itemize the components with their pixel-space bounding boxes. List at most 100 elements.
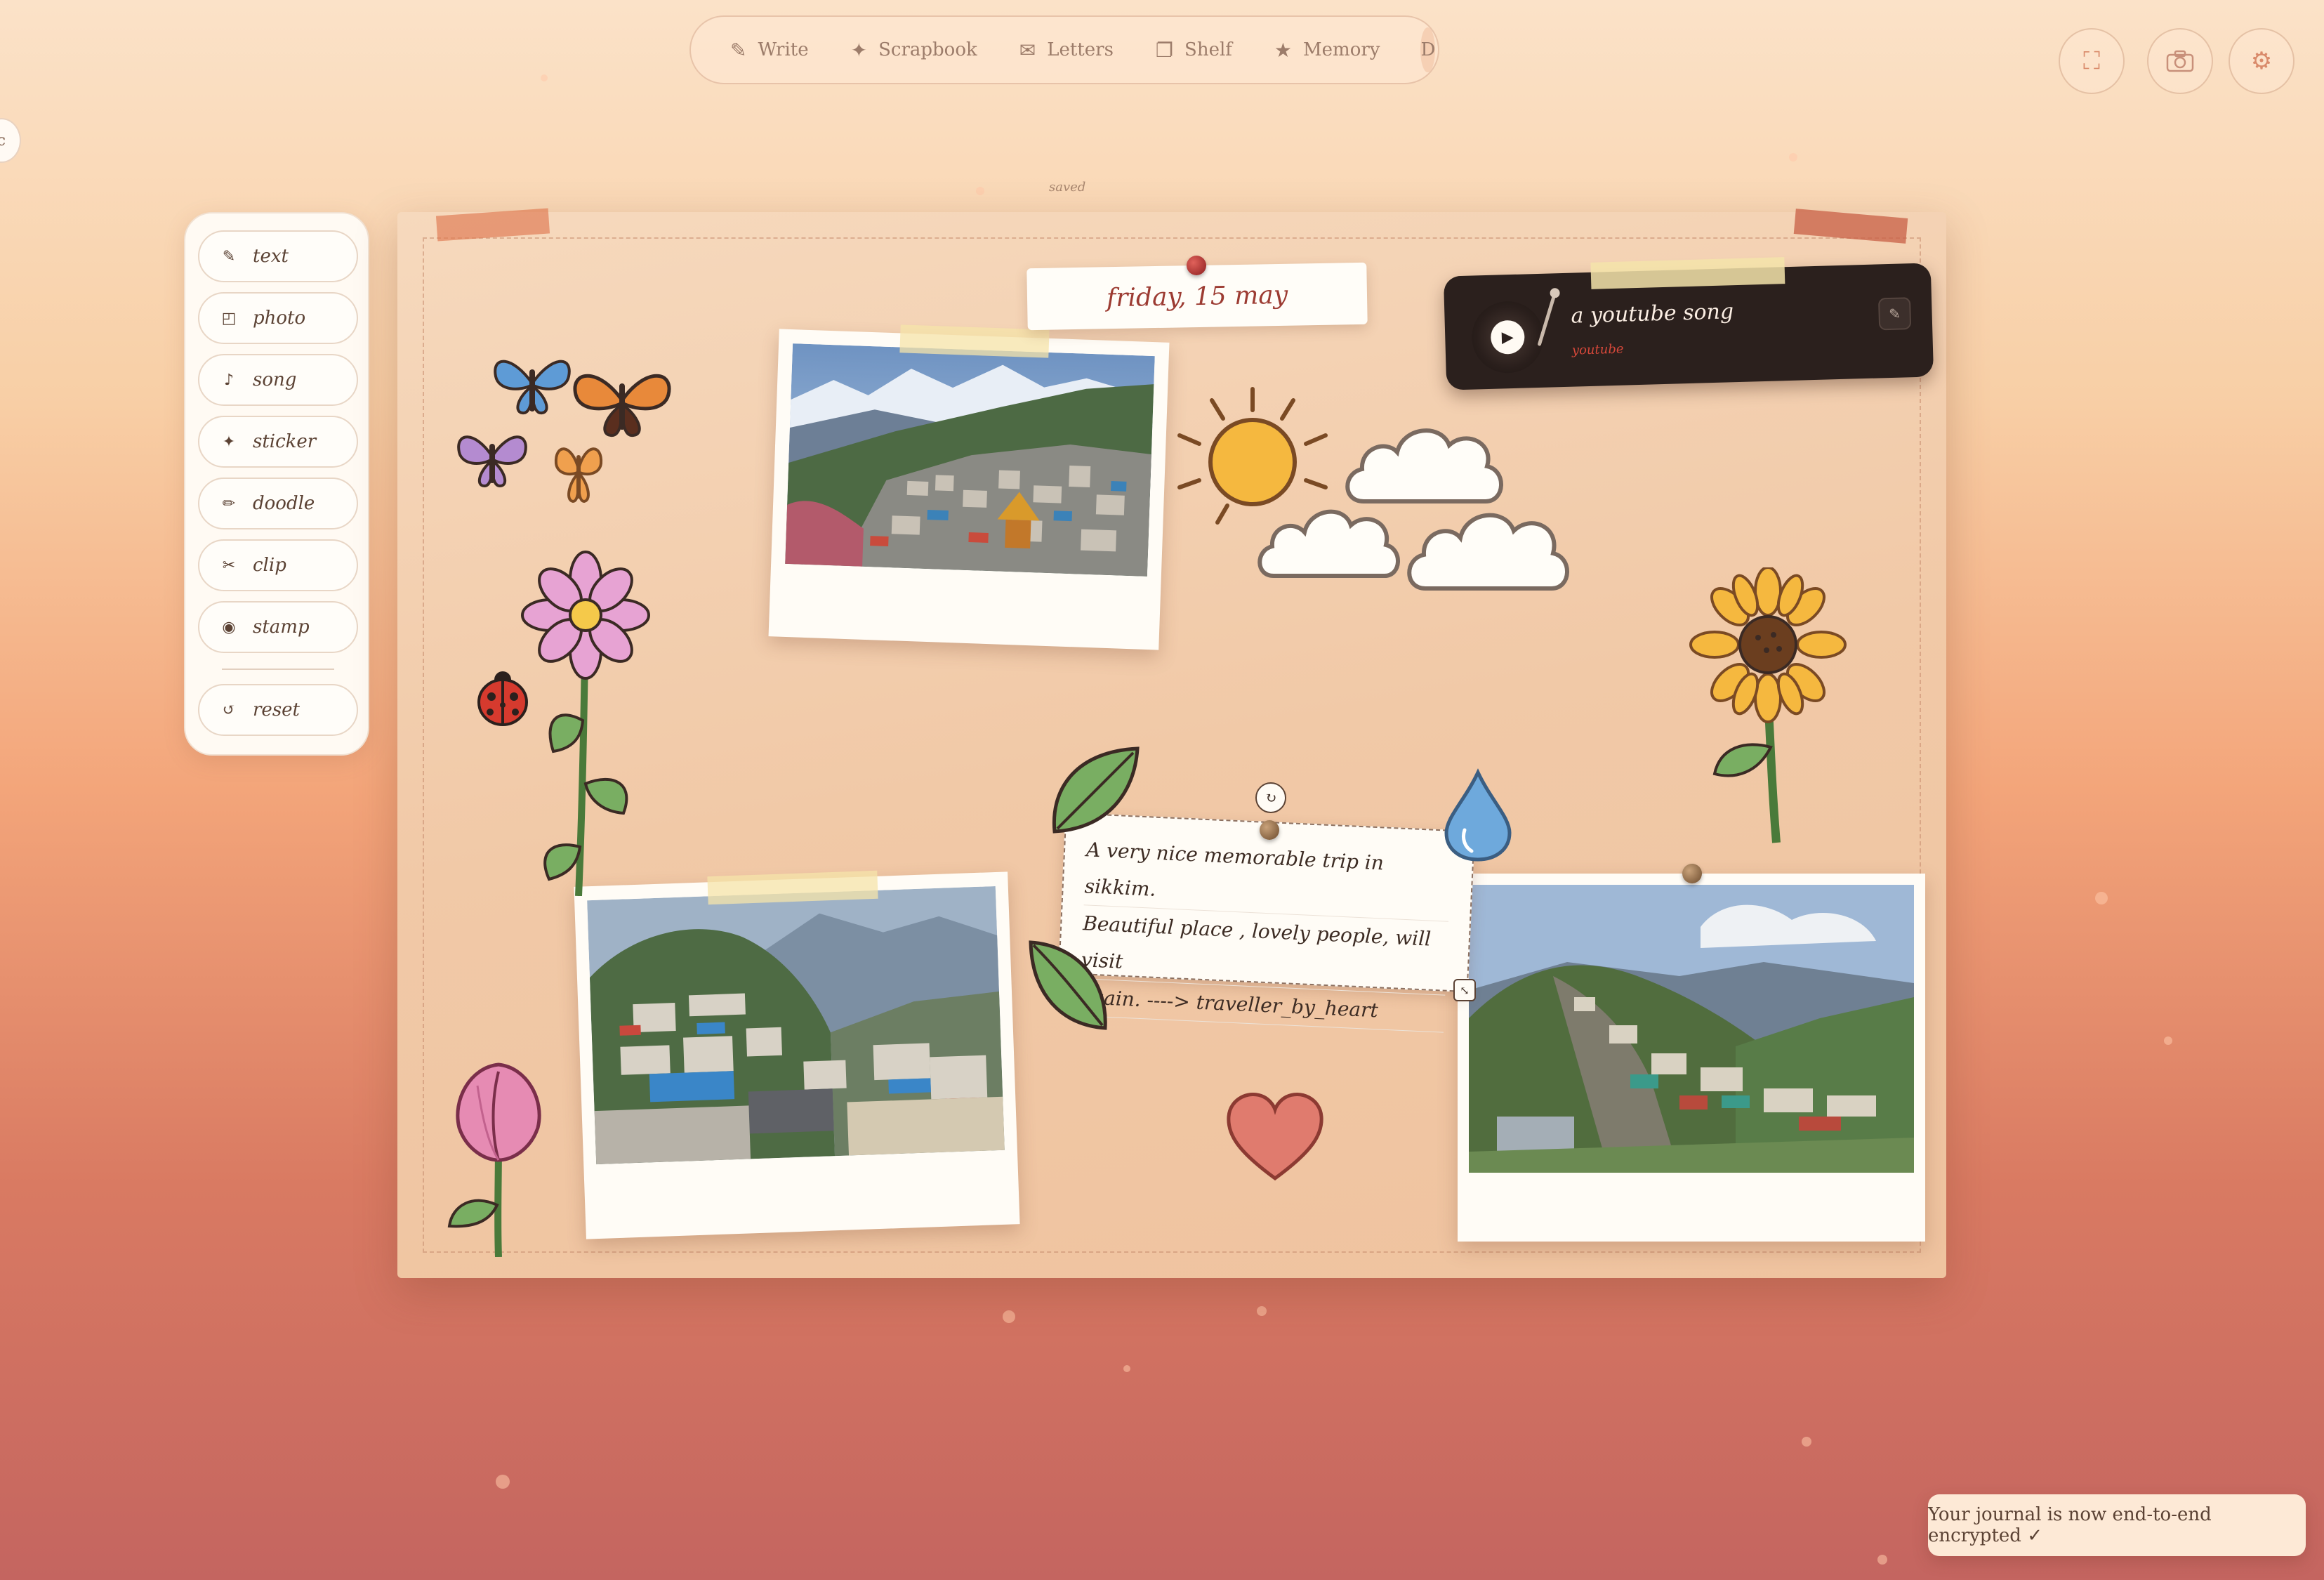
photo-image [785,343,1155,577]
song-title: a youtube song [1571,299,1734,329]
rotate-handle[interactable]: ↻ [1255,782,1286,813]
avatar[interactable]: D [1420,27,1436,72]
sidebar-toggle-glyph: c [0,131,6,150]
reset-label: reset [253,699,300,720]
flower-sticker-icon[interactable] [515,545,656,896]
reset-icon: ↺ [222,701,236,719]
tool-palette: ✎ text ◰ photo ♪ song ✦ sticker ✏ doodle… [184,212,369,756]
bokeh-dot [1802,1437,1811,1447]
cloud-sticker-icon[interactable] [1255,493,1403,587]
tool-label: photo [253,308,306,329]
camera-button[interactable] [2147,28,2213,94]
photo-polaroid[interactable] [768,329,1170,650]
photo-polaroid[interactable] [574,871,1020,1239]
photo-tape [707,870,878,905]
butterfly-sticker-icon[interactable] [491,348,573,419]
photo-image [587,886,1005,1165]
rotate-icon: ↻ [1265,789,1277,806]
push-pin [1682,864,1702,883]
nav-write-label: Write [758,39,809,60]
save-status: saved [1049,180,1086,195]
tool-label: text [253,246,289,267]
pencil-icon: ✎ [1888,305,1901,323]
push-pin [1187,256,1206,275]
song-source: youtube [1571,341,1624,358]
nav-shelf[interactable]: ❐ Shelf [1135,25,1253,74]
pencil-icon: ✎ [222,247,236,265]
pen-icon: ✏ [222,494,236,513]
nav-memory[interactable]: ★ Memory [1253,25,1401,74]
tool-doodle-button[interactable]: ✏ doodle [198,478,358,529]
book-icon: ❐ [1155,38,1174,62]
push-pin [1260,820,1279,840]
resize-icon: ⤡ [1460,983,1470,997]
photo-tape [899,324,1050,358]
nav-shelf-label: Shelf [1184,39,1232,60]
pencil-icon: ✎ [730,38,747,62]
nav-letters[interactable]: ✉ Letters [998,25,1135,74]
bokeh-dot [496,1475,510,1489]
gear-icon: ⚙ [2250,47,2273,75]
tool-label: clip [253,555,286,576]
sunflower-sticker-icon[interactable] [1689,567,1848,848]
encryption-toast: Your journal is now end-to-end encrypted… [1928,1494,2306,1556]
corner-tape [435,208,550,242]
top-navigation: ✎ Write ✦ Scrapbook ✉ Letters ❐ Shelf ★ … [689,15,1439,84]
bokeh-dot [1789,153,1797,162]
bokeh-dot [976,187,984,195]
sidebar-toggle-button[interactable]: c [0,118,21,163]
tulip-sticker-icon[interactable] [442,1058,548,1257]
tool-sticker-button[interactable]: ✦ sticker [198,416,358,468]
edit-song-button[interactable]: ✎ [1877,297,1912,331]
camera-icon [2166,50,2194,72]
play-icon: ▶ [1501,328,1514,346]
music-note-icon: ♪ [223,371,235,389]
resize-handle[interactable]: ⤡ [1453,979,1476,1001]
tonearm-icon [1538,288,1560,346]
photo-image [1469,885,1914,1173]
nav-scrapbook[interactable]: ✦ Scrapbook [830,25,998,74]
cloud-sticker-icon[interactable] [1404,494,1576,601]
butterfly-sticker-icon[interactable] [550,438,607,506]
leaf-sticker-icon[interactable] [1050,744,1142,836]
sparkle-icon: ✦ [222,433,236,451]
envelope-icon: ✉ [1019,38,1036,62]
sparkle-icon: ✦ [850,38,868,62]
bokeh-dot [1003,1310,1015,1323]
photo-polaroid[interactable] [1458,874,1925,1242]
fullscreen-button[interactable]: ⛶ [2059,28,2125,94]
photo-icon: ◰ [221,309,237,327]
nav-scrapbook-label: Scrapbook [878,39,977,60]
tool-song-button[interactable]: ♪ song [198,354,358,406]
nav-write[interactable]: ✎ Write [709,25,830,74]
water-drop-sticker-icon[interactable] [1442,768,1514,862]
bokeh-dot [541,74,548,81]
song-player[interactable]: ▶ a youtube song youtube ✎ [1443,257,1934,390]
scissors-icon: ✂ [222,556,236,574]
tool-photo-button[interactable]: ◰ photo [198,292,358,344]
nav-memory-label: Memory [1303,39,1380,60]
tool-label: stamp [253,617,310,638]
bokeh-dot [2164,1036,2172,1045]
reset-button[interactable]: ↺ reset [198,684,358,736]
bokeh-dot [2095,892,2108,904]
leaf-sticker-icon[interactable] [1026,938,1111,1032]
bokeh-dot [1123,1365,1130,1372]
palette-divider [222,669,334,670]
bokeh-dot [1877,1555,1887,1565]
tool-clip-button[interactable]: ✂ clip [198,539,358,591]
star-icon: ★ [1274,38,1293,62]
butterfly-sticker-icon[interactable] [570,362,674,440]
tool-label: sticker [253,431,317,452]
tool-label: doodle [253,493,315,514]
tool-stamp-button[interactable]: ◉ stamp [198,601,358,653]
stamp-icon: ◉ [222,618,236,636]
ladybug-sticker-icon[interactable] [476,669,529,728]
player-tape [1590,257,1785,289]
tool-text-button[interactable]: ✎ text [198,230,358,282]
fullscreen-icon: ⛶ [2083,47,2100,75]
settings-button[interactable]: ⚙ [2229,28,2295,94]
nav-letters-label: Letters [1047,39,1114,60]
butterfly-sticker-icon[interactable] [455,426,529,490]
heart-sticker-icon[interactable] [1224,1088,1326,1184]
